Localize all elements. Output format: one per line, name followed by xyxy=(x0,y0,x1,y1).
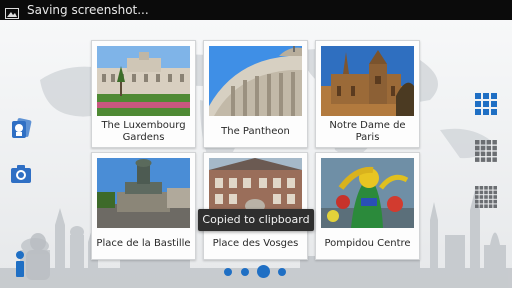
luxembourg-palace-photo xyxy=(97,46,190,116)
page-dot-1[interactable] xyxy=(224,268,232,276)
tile-notre-dame-de-paris[interactable]: Notre Dame de Paris xyxy=(315,40,420,148)
grid-5x5-icon[interactable] xyxy=(475,186,497,208)
tile-the-pantheon[interactable]: The Pantheon xyxy=(203,40,308,148)
tile-place-de-la-bastille[interactable]: Place de la Bastille xyxy=(91,152,196,260)
grid-3x3-icon[interactable] xyxy=(475,93,497,115)
tile-caption: Place de la Bastille xyxy=(96,238,191,249)
tile-caption: Place des Vosges xyxy=(212,238,299,249)
info-icon[interactable] xyxy=(8,250,32,278)
status-text: Saving screenshot... xyxy=(27,3,149,17)
tile-caption: Pompidou Centre xyxy=(324,238,411,249)
photo-album-icon[interactable] xyxy=(10,118,32,140)
bastille-column-photo xyxy=(97,158,190,228)
page-indicator[interactable] xyxy=(222,262,292,282)
page-dot-2[interactable] xyxy=(241,268,249,276)
tile-luxembourg-gardens[interactable]: The Luxembourg Gardens xyxy=(91,40,196,148)
tile-pompidou-centre[interactable]: Pompidou Centre xyxy=(315,152,420,260)
page-dot-3-current[interactable] xyxy=(257,265,270,278)
pantheon-dome-photo xyxy=(209,46,302,116)
page-dot-4[interactable] xyxy=(278,268,286,276)
tile-caption: The Pantheon xyxy=(221,126,290,137)
toast-message: Copied to clipboard xyxy=(198,209,314,231)
camera-icon[interactable] xyxy=(10,163,32,185)
main-view: The Luxembourg Gardens The Pantheon Notr… xyxy=(0,20,512,288)
tile-caption: Notre Dame de Paris xyxy=(329,120,406,143)
notre-dame-photo xyxy=(321,46,414,116)
tile-caption: The Luxembourg Gardens xyxy=(101,120,186,143)
tile-place-des-vosges[interactable]: Place des Vosges xyxy=(203,152,308,260)
status-bar: Saving screenshot... xyxy=(0,0,512,20)
pompidou-sculpture-photo xyxy=(321,158,414,228)
grid-4x4-icon[interactable] xyxy=(475,140,497,162)
image-icon xyxy=(5,4,19,19)
